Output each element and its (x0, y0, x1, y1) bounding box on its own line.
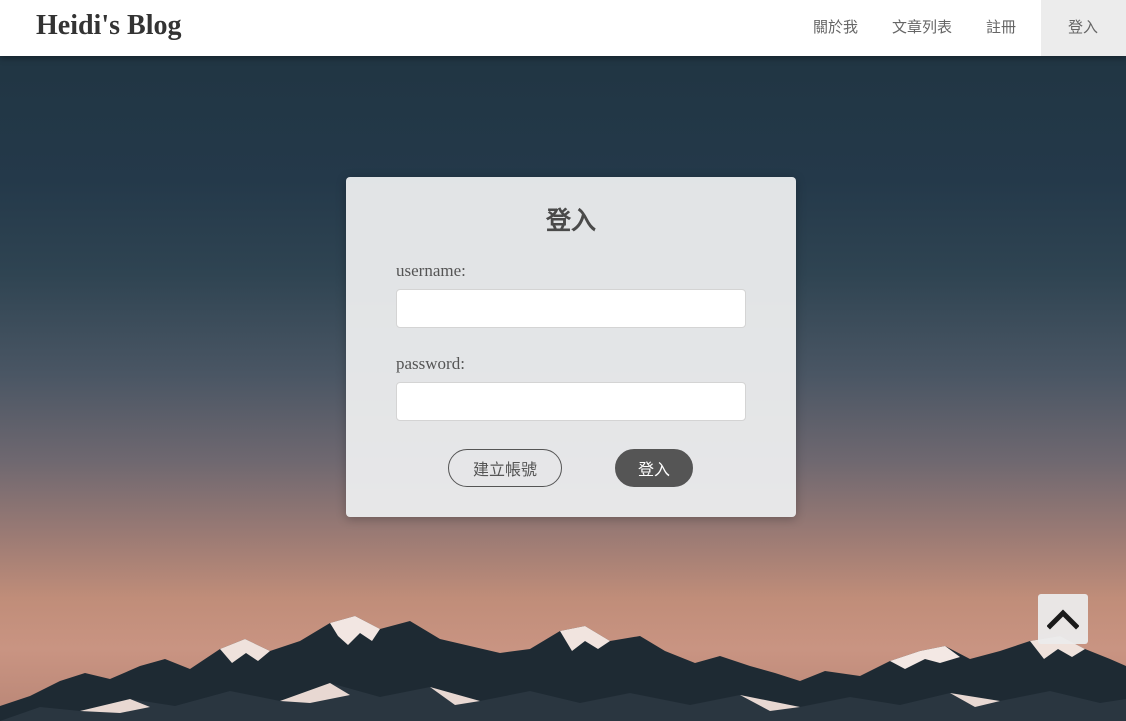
chevron-up-icon (1047, 609, 1079, 630)
username-input[interactable] (396, 289, 746, 328)
login-title: 登入 (545, 206, 596, 235)
password-input[interactable] (396, 382, 746, 421)
login-card: 登入 username: password: 建立帳號 登入 (346, 177, 796, 517)
password-label: password: (396, 354, 465, 373)
top-navbar: Heidi's Blog 關於我 文章列表 註冊 登入 (0, 0, 1126, 56)
mountain-range-image (0, 616, 1126, 721)
nav-item-login[interactable]: 登入 (1040, 0, 1126, 56)
nav-item-register[interactable]: 註冊 (972, 0, 1030, 56)
create-account-button[interactable]: 建立帳號 (448, 449, 562, 487)
nav-links: 關於我 文章列表 註冊 登入 (799, 0, 1126, 56)
login-submit-button[interactable]: 登入 (615, 449, 693, 487)
username-label: username: (396, 261, 466, 280)
site-brand-link[interactable]: Heidi's Blog (36, 10, 181, 42)
nav-item-posts[interactable]: 文章列表 (878, 0, 966, 56)
nav-item-about[interactable]: 關於我 (799, 0, 872, 56)
back-to-top-button[interactable] (1038, 594, 1088, 644)
